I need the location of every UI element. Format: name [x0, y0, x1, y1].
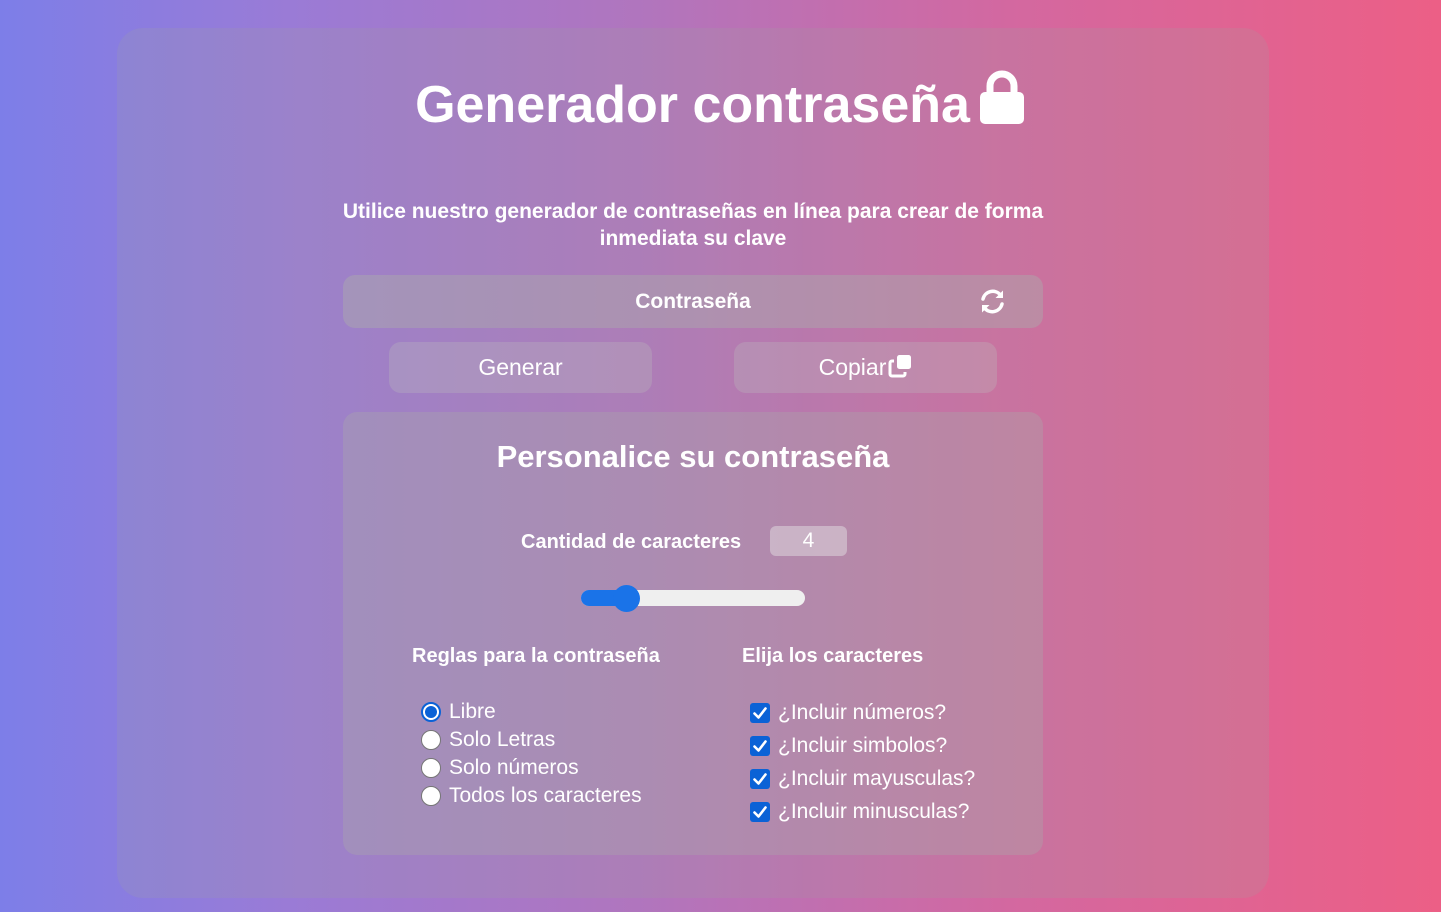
- password-display: Contraseña: [343, 275, 1043, 328]
- option-minusculas-checkbox[interactable]: [750, 802, 770, 822]
- customize-title: Personalice su contraseña: [496, 439, 890, 474]
- refresh-icon[interactable]: [979, 288, 1006, 315]
- option-mayusculas-label: ¿Incluir mayusculas?: [778, 767, 976, 790]
- rule-solo-numeros-label: Solo números: [449, 756, 579, 779]
- customize-panel: Personalice su contraseña Cantidad de ca…: [343, 412, 1043, 855]
- rule-libre-radio[interactable]: [421, 702, 441, 722]
- generate-button[interactable]: Generar: [389, 342, 652, 393]
- option-simbolos-label: ¿Incluir simbolos?: [778, 734, 948, 757]
- generate-button-label: Generar: [478, 354, 563, 380]
- rule-solo-letras-label: Solo Letras: [449, 728, 556, 751]
- copy-button-label: Copiar: [818, 354, 887, 380]
- rule-solo-letras-radio[interactable]: [421, 730, 441, 750]
- length-label: Cantidad de caracteres: [521, 531, 742, 553]
- option-simbolos-checkbox[interactable]: [750, 736, 770, 756]
- page-title-text: Generador contraseña: [415, 76, 970, 134]
- length-slider-thumb[interactable]: [612, 585, 640, 612]
- option-minusculas-label: ¿Incluir minusculas?: [778, 800, 970, 823]
- rules-title: Reglas para la contraseña: [412, 645, 660, 667]
- option-mayusculas-checkbox[interactable]: [750, 769, 770, 789]
- lock-icon: [978, 70, 1026, 140]
- password-text: Contraseña: [635, 290, 751, 313]
- chars-title: Elija los caracteres: [742, 645, 924, 667]
- rule-libre-label: Libre: [449, 700, 496, 723]
- length-value: 4: [770, 526, 847, 556]
- page-title: Generador contraseña: [0, 70, 1441, 140]
- option-numeros-checkbox[interactable]: [750, 703, 770, 723]
- copy-button[interactable]: Copiar: [734, 342, 997, 393]
- rule-todos-caracteres-radio[interactable]: [421, 786, 441, 806]
- rule-solo-numeros-radio[interactable]: [421, 758, 441, 778]
- length-slider[interactable]: [581, 585, 805, 612]
- rule-todos-caracteres-label: Todos los caracteres: [449, 784, 642, 807]
- page-subtitle: Utilice nuestro generador de contraseñas…: [342, 200, 1044, 250]
- copy-icon: [888, 345, 912, 396]
- option-numeros-label: ¿Incluir números?: [778, 701, 947, 724]
